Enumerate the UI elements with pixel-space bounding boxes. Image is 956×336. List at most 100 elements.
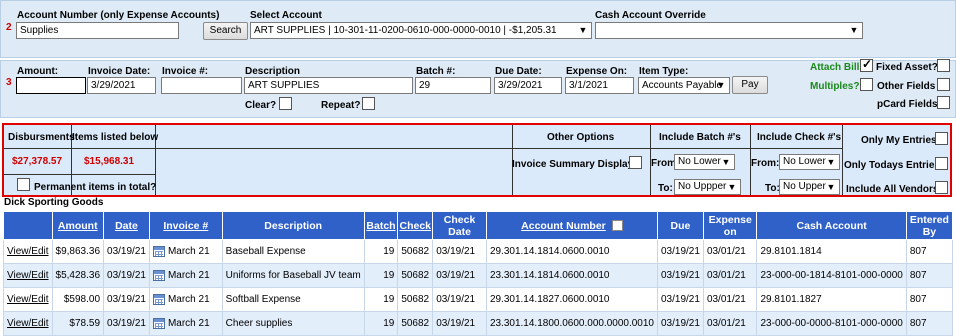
- batch-to-label: To:: [658, 183, 673, 194]
- check-to-value: No Upper: [783, 181, 826, 192]
- clear-label: Clear?: [245, 100, 277, 111]
- multiples-link[interactable]: Multiples?: [810, 81, 859, 92]
- invoice-value: March 21: [167, 270, 210, 282]
- batch-to-dropdown[interactable]: No Uppper ▼: [674, 179, 741, 195]
- batch-input[interactable]: 29: [415, 77, 491, 94]
- include-all-vendors-checkbox[interactable]: [935, 181, 948, 194]
- col-date-header[interactable]: Date: [103, 211, 150, 240]
- invoice-value: March 21: [167, 318, 210, 330]
- account-cell: 23.301.14.1800.0600.000.0000.0010: [485, 311, 659, 336]
- chevron-down-icon: ▼: [727, 182, 737, 192]
- attach-bill-link[interactable]: Attach Bill: [810, 62, 859, 73]
- repeat-label: Repeat?: [321, 100, 361, 111]
- entry-panel: 3 Amount: Invoice Date: 3/29/2021 Invoic…: [0, 57, 956, 118]
- item-type-value: Accounts Payable: [642, 80, 723, 91]
- description-cell: Baseball Expense: [221, 239, 365, 264]
- chevron-down-icon: ▼: [826, 182, 836, 192]
- description-cell: Cheer supplies: [221, 311, 365, 336]
- view-edit-link[interactable]: View/Edit: [7, 318, 49, 329]
- account-number-label: Account Number (only Expense Accounts): [17, 10, 220, 21]
- col-amount-header[interactable]: Amount: [51, 211, 105, 240]
- only-my-entries-label: Only My Entries: [861, 135, 937, 146]
- select-account-value: ART SUPPLIES | 10-301-11-0200-0610-000-0…: [254, 25, 557, 36]
- chevron-down-icon: ▼: [849, 25, 859, 35]
- multiples-checkbox[interactable]: [860, 78, 873, 91]
- other-fields-checkbox[interactable]: [937, 78, 950, 91]
- description-cell: Softball Expense: [221, 287, 365, 312]
- select-account-label: Select Account: [250, 10, 322, 21]
- col-entered-by-header: Entered By: [905, 211, 954, 240]
- invoice-number-input[interactable]: [161, 77, 242, 94]
- expense-on-input[interactable]: 3/1/2021: [565, 77, 634, 94]
- batch-from-dropdown[interactable]: No Lower ▼: [674, 154, 735, 170]
- view-edit-link[interactable]: View/Edit: [7, 270, 49, 281]
- options-panel: Disbursments Items listed below $27,378.…: [2, 123, 952, 197]
- batch-cell: 19: [363, 263, 399, 288]
- check-cell: 50682: [397, 263, 434, 288]
- due-cell: 03/19/21: [657, 239, 704, 264]
- calendar-icon[interactable]: [152, 293, 165, 305]
- entered-by-cell: 807: [905, 287, 954, 312]
- fixed-asset-checkbox[interactable]: [937, 59, 950, 72]
- amount-label: Amount:: [17, 66, 59, 77]
- items-listed-label: Items listed below: [72, 132, 159, 143]
- due-date-label: Due Date:: [495, 66, 542, 77]
- amount-input[interactable]: [16, 77, 86, 94]
- cash-override-dropdown[interactable]: ▼: [595, 22, 863, 39]
- check-from-dropdown[interactable]: No Lower ▼: [779, 154, 840, 170]
- account-number-sort-link[interactable]: Account Number: [521, 220, 606, 232]
- calendar-icon[interactable]: [152, 245, 165, 257]
- repeat-checkbox[interactable]: [362, 97, 375, 110]
- disbursments-value: $27,378.57: [12, 156, 63, 167]
- other-options-label: Other Options: [547, 132, 615, 143]
- col-invoice-header[interactable]: Invoice #: [148, 211, 223, 240]
- col-check-header[interactable]: Check: [397, 211, 434, 240]
- description-input[interactable]: ART SUPPLIES: [244, 77, 413, 94]
- item-type-dropdown[interactable]: Accounts Payable ▼: [638, 77, 730, 94]
- cash-override-label: Cash Account Override: [595, 10, 706, 21]
- check-to-dropdown[interactable]: No Upper ▼: [779, 179, 840, 195]
- select-account-dropdown[interactable]: ART SUPPLIES | 10-301-11-0200-0610-000-0…: [250, 22, 592, 39]
- only-my-entries-checkbox[interactable]: [935, 132, 948, 145]
- options-divider: [4, 174, 156, 175]
- pay-button[interactable]: Pay: [732, 76, 768, 94]
- attach-bill-checkbox[interactable]: [860, 57, 873, 72]
- calendar-icon[interactable]: [152, 269, 165, 281]
- check-cell: 50682: [397, 311, 434, 336]
- chevron-down-icon: ▼: [826, 157, 836, 167]
- disbursments-label: Disbursments: [8, 132, 75, 143]
- account-selection-panel: 2 Account Number (only Expense Accounts)…: [0, 0, 956, 58]
- check-date-cell: 03/19/21: [432, 287, 487, 312]
- check-from-value: No Lower: [783, 156, 826, 167]
- entered-by-cell: 807: [905, 263, 954, 288]
- search-button[interactable]: Search: [203, 22, 248, 40]
- amount-cell: $598.00: [51, 287, 105, 312]
- only-todays-entries-checkbox[interactable]: [935, 157, 948, 170]
- calendar-icon[interactable]: [152, 317, 165, 329]
- col-expense-on-header: Expense on: [702, 211, 758, 240]
- check-date-cell: 03/19/21: [432, 263, 487, 288]
- due-cell: 03/19/21: [657, 311, 704, 336]
- account-number-input[interactable]: Supplies: [16, 22, 179, 39]
- pcard-fields-checkbox[interactable]: [937, 96, 950, 109]
- col-batch-header[interactable]: Batch: [363, 211, 399, 240]
- invoice-summary-checkbox[interactable]: [629, 156, 642, 169]
- view-edit-link[interactable]: View/Edit: [7, 246, 49, 257]
- col-account-number-header[interactable]: Account Number: [485, 211, 659, 240]
- step-3-label: 3: [6, 77, 12, 88]
- permanent-items-checkbox[interactable]: [17, 178, 30, 191]
- items-listed-value: $15,968.31: [84, 156, 135, 167]
- invoice-cell: March 21: [148, 239, 223, 264]
- invoice-date-input[interactable]: 3/29/2021: [87, 77, 156, 94]
- date-cell: 03/19/21: [103, 239, 150, 264]
- include-all-vendors-label: Include All Vendors: [846, 184, 939, 195]
- due-date-input[interactable]: 3/29/2021: [494, 77, 562, 94]
- fixed-asset-label: Fixed Asset?: [876, 62, 938, 73]
- col-action-header: [3, 211, 53, 240]
- date-cell: 03/19/21: [103, 263, 150, 288]
- expense-on-cell: 03/01/21: [702, 239, 758, 264]
- view-edit-link[interactable]: View/Edit: [7, 294, 49, 305]
- select-all-checkbox[interactable]: [611, 220, 623, 232]
- clear-checkbox[interactable]: [279, 97, 292, 110]
- batch-to-value: No Uppper: [678, 181, 727, 192]
